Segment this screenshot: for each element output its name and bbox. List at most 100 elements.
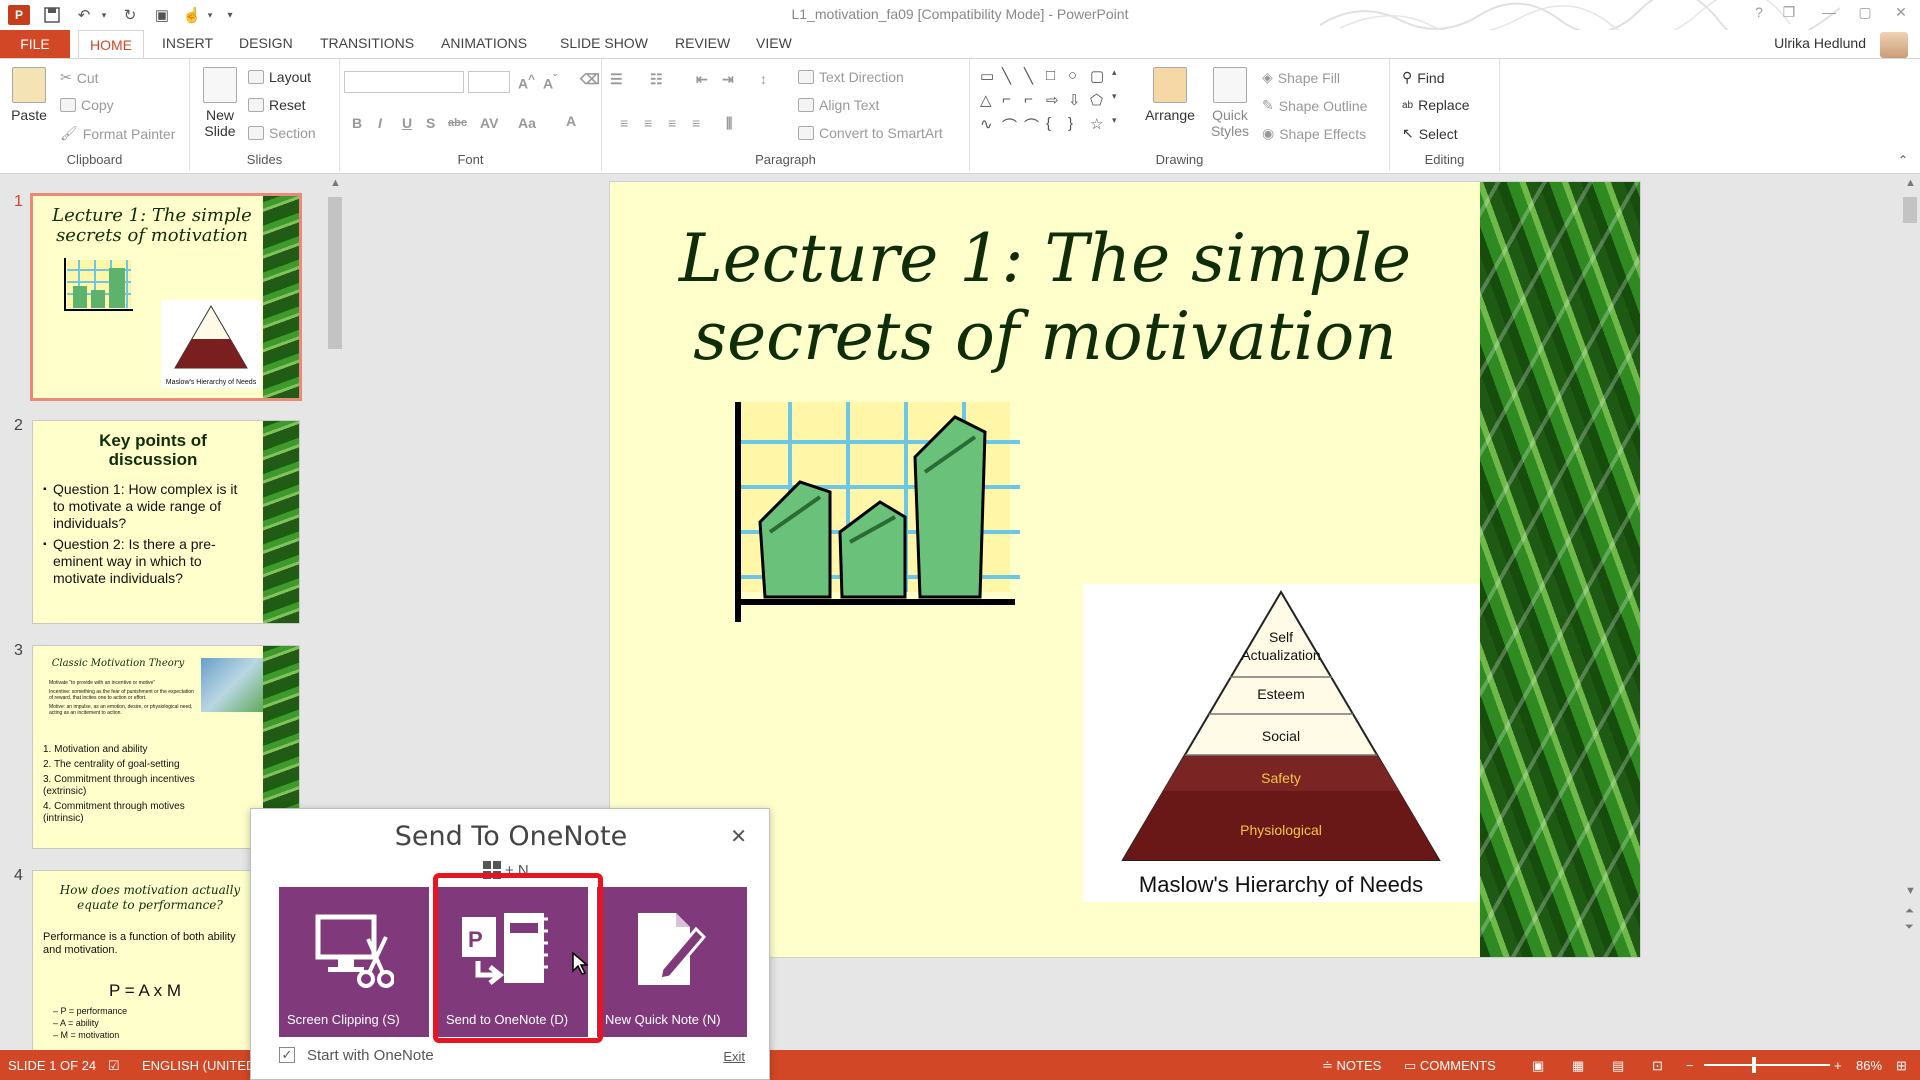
cut-button[interactable]: ✂ Cut <box>60 69 99 86</box>
align-center-icon[interactable]: ≡ <box>644 115 652 131</box>
font-size-input[interactable] <box>468 71 510 93</box>
star-shape-icon[interactable]: ☆ <box>1090 115 1110 139</box>
zoom-out-icon[interactable]: − <box>1686 1058 1694 1073</box>
format-painter-button[interactable]: 🖌 Format Painter <box>60 125 175 142</box>
section-button[interactable]: Section <box>248 125 316 141</box>
down-arrow-shape-icon[interactable]: ⇩ <box>1068 91 1088 112</box>
right-arrow-shape-icon[interactable]: ⇨ <box>1046 91 1066 112</box>
tab-view[interactable]: VIEW <box>756 35 792 51</box>
justify-icon[interactable]: ≡ <box>692 115 700 131</box>
tab-home[interactable]: HOME <box>78 30 144 59</box>
text-direction-button[interactable]: Text Direction <box>798 69 904 85</box>
pentagon-shape-icon[interactable]: ⬠ <box>1090 91 1110 112</box>
elbow-connector-icon[interactable]: ⌐ <box>1002 91 1022 112</box>
fit-slide-icon[interactable]: ⊞ <box>1896 1058 1907 1074</box>
bold-button[interactable]: B <box>352 115 362 131</box>
underline-button[interactable]: U <box>402 115 412 131</box>
italic-button[interactable]: I <box>378 115 382 131</box>
shapes-gallery[interactable]: ▭ ╲ ╲ □ ○ ▢ ▴ △ ⌐ ⌐ ⇨ ⇩ ⬠ ▾ ∿ ⌒ ⌒{} ☆ ▾ <box>980 67 1130 139</box>
scroll-down-icon[interactable]: ▾ <box>1112 91 1132 112</box>
textbox-shape-icon[interactable]: ▭ <box>980 67 1000 88</box>
line-shape-icon[interactable]: ╲ <box>1024 67 1044 88</box>
shrink-font-icon[interactable]: Aˇ <box>543 73 557 92</box>
maslow-pyramid-image[interactable]: Self Actualization Esteem Social Safety … <box>1083 584 1479 902</box>
tab-animations[interactable]: ANIMATIONS <box>441 35 527 51</box>
tab-review[interactable]: REVIEW <box>675 35 730 51</box>
clear-formatting-icon[interactable]: ⌫ <box>580 71 600 88</box>
columns-icon[interactable]: ⫼ <box>726 115 732 132</box>
elbow-arrow-icon[interactable]: ⌐ <box>1024 91 1044 112</box>
freeform-shape-icon[interactable]: ∿ <box>980 115 1000 139</box>
rectangle-shape-icon[interactable]: □ <box>1046 67 1066 88</box>
restore-icon[interactable]: ▢ <box>1850 4 1880 21</box>
slide-sorter-icon[interactable]: ▦ <box>1572 1058 1584 1074</box>
slide-thumbnail-1[interactable]: Lecture 1: The simple secrets of motivat… <box>30 193 302 401</box>
left-brace-shape-icon[interactable]: { <box>1046 115 1066 139</box>
exit-link[interactable]: Exit <box>723 1049 745 1064</box>
ribbon-display-options-icon[interactable]: ❐ <box>1774 4 1804 21</box>
layout-button[interactable]: Layout <box>248 69 311 85</box>
new-slide-button[interactable]: New Slide <box>196 67 244 139</box>
change-case-button[interactable]: Aa <box>518 115 536 131</box>
strikethrough-button[interactable]: abc <box>448 117 467 129</box>
oval-shape-icon[interactable]: ○ <box>1068 67 1088 88</box>
shape-fill-button[interactable]: ◈ Shape Fill <box>1262 69 1340 86</box>
line-spacing-icon[interactable]: ↕ <box>760 71 767 87</box>
spelling-icon[interactable]: ☑ <box>108 1058 120 1074</box>
align-left-icon[interactable]: ≡ <box>620 115 628 131</box>
collapse-ribbon-icon[interactable]: ⌃ <box>1898 153 1908 167</box>
help-icon[interactable]: ? <box>1744 4 1774 20</box>
quick-styles-button[interactable]: Quick Styles <box>1204 67 1256 139</box>
paste-button[interactable]: Paste <box>8 67 50 123</box>
money-chart-clipart-icon[interactable] <box>730 402 1020 632</box>
language-indicator[interactable]: ENGLISH (UNITED <box>142 1058 255 1073</box>
arrange-button[interactable]: Arrange <box>1140 67 1200 123</box>
user-name[interactable]: Ulrika Hedlund <box>1774 35 1866 51</box>
slide-show-icon[interactable]: ⊡ <box>1652 1058 1663 1074</box>
normal-view-icon[interactable]: ▣ <box>1532 1058 1544 1074</box>
find-button[interactable]: ⚲ Find <box>1402 69 1445 86</box>
tab-insert[interactable]: INSERT <box>162 35 213 51</box>
slide-scrollbar[interactable]: ▲ ▼ ⏶ ⏷ <box>1900 175 1920 940</box>
slide-title[interactable]: Lecture 1: The simple secrets of motivat… <box>650 220 1440 376</box>
decrease-indent-icon[interactable]: ⇤ <box>696 71 708 88</box>
shadow-button[interactable]: S <box>426 115 435 131</box>
align-right-icon[interactable]: ≡ <box>668 115 676 131</box>
font-name-input[interactable] <box>344 71 464 93</box>
shape-outline-button[interactable]: ✎ Shape Outline <box>1262 97 1367 114</box>
rounded-rect-shape-icon[interactable]: ▢ <box>1090 67 1110 88</box>
zoom-level[interactable]: 86% <box>1856 1058 1882 1073</box>
bullets-icon[interactable]: ☰ <box>610 71 623 88</box>
copy-button[interactable]: Copy <box>60 97 114 113</box>
scroll-up-icon[interactable]: ▲ <box>1905 177 1916 189</box>
next-slide-icon[interactable]: ⏷ <box>1905 921 1914 934</box>
line-shape-icon[interactable]: ╲ <box>1002 67 1022 88</box>
reading-view-icon[interactable]: ▤ <box>1612 1058 1624 1074</box>
triangle-shape-icon[interactable]: △ <box>980 91 1000 112</box>
curve-shape-icon[interactable]: ⌒ <box>1002 115 1022 139</box>
close-icon[interactable]: ✕ <box>730 824 747 849</box>
new-quick-note-tile[interactable]: New Quick Note (N) <box>597 887 747 1037</box>
scrollbar-thumb[interactable] <box>1903 197 1917 223</box>
comments-button[interactable]: ▭ COMMENTS <box>1404 1058 1496 1074</box>
zoom-slider-thumb[interactable] <box>1752 1057 1756 1073</box>
grow-font-icon[interactable]: A^ <box>518 73 535 92</box>
arc-shape-icon[interactable]: ⌒ <box>1024 115 1044 139</box>
scroll-up-icon[interactable]: ▴ <box>1112 67 1132 88</box>
zoom-in-icon[interactable]: + <box>1834 1058 1842 1073</box>
slide-thumbnail-2[interactable]: Key points of discussion Question 1: How… <box>32 420 300 624</box>
replace-button[interactable]: ab Replace <box>1402 97 1470 113</box>
reset-button[interactable]: Reset <box>248 97 306 113</box>
scroll-down-icon[interactable]: ▼ <box>1905 885 1916 897</box>
notes-button[interactable]: ≐ NOTES <box>1322 1058 1381 1074</box>
minimize-icon[interactable]: — <box>1814 4 1844 20</box>
more-shapes-icon[interactable]: ▾ <box>1112 115 1132 139</box>
avatar[interactable] <box>1880 32 1908 58</box>
shape-effects-button[interactable]: ◉ Shape Effects <box>1262 125 1366 142</box>
character-spacing-button[interactable]: AV <box>480 115 498 131</box>
zoom-slider[interactable] <box>1704 1064 1830 1066</box>
scrollbar-thumb[interactable] <box>328 197 342 349</box>
align-text-button[interactable]: Align Text <box>798 97 879 113</box>
increase-indent-icon[interactable]: ⇥ <box>722 71 734 88</box>
tab-transitions[interactable]: TRANSITIONS <box>320 35 414 51</box>
